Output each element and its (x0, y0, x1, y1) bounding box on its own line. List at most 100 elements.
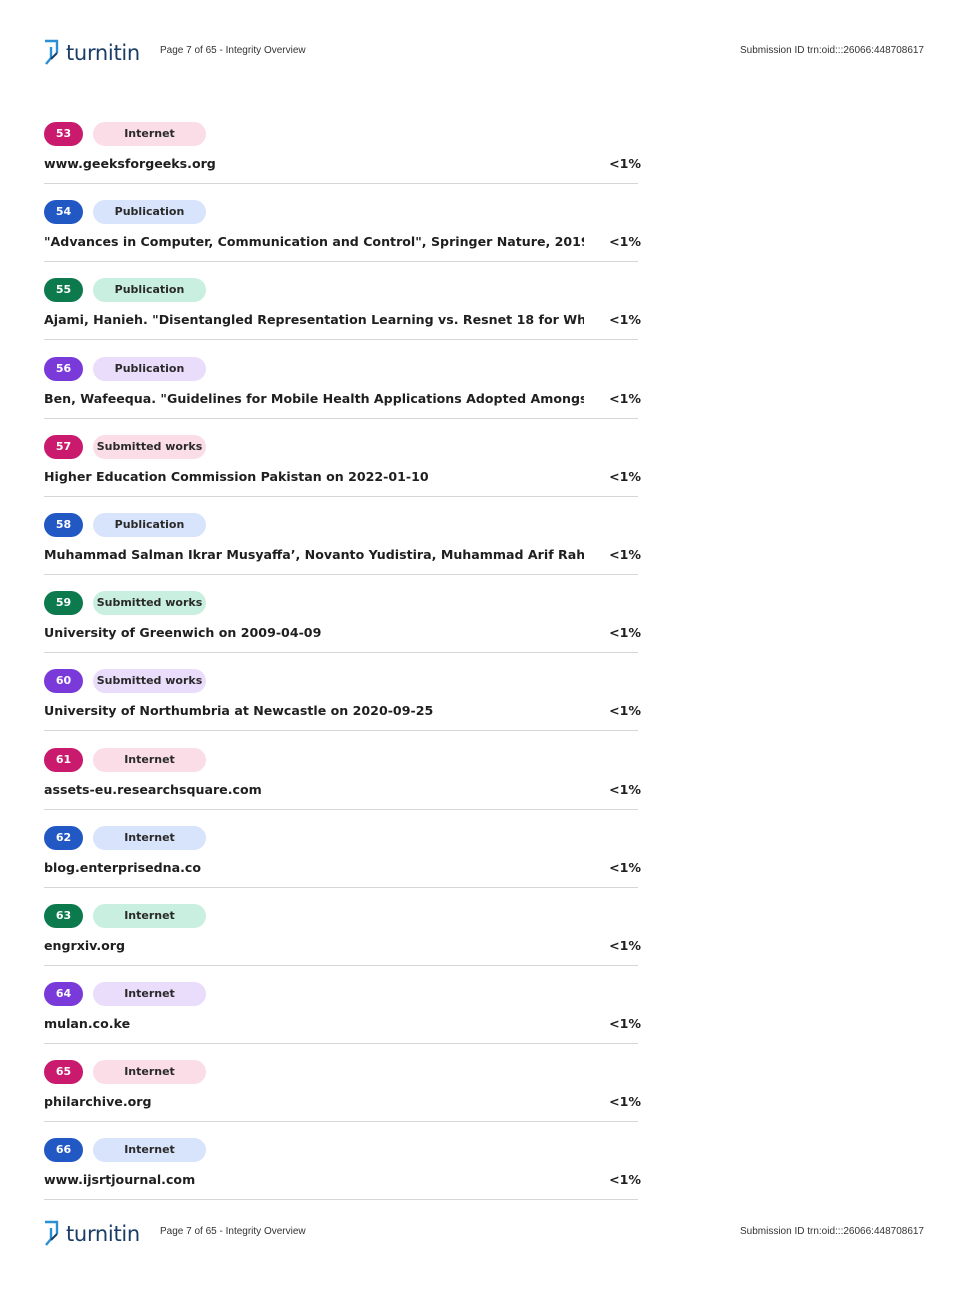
source-title[interactable]: engrxiv.org (44, 938, 584, 953)
submission-id: Submission ID trn:oid:::26066:448708617 (739, 1226, 924, 1237)
source-number-badge: 66 (44, 1138, 83, 1163)
source-title[interactable]: blog.enterprisedna.co (44, 860, 584, 875)
source-tags: 53 Internet (44, 122, 206, 146)
source-percentage: <1% (609, 937, 641, 953)
source-number-badge: 58 (44, 512, 83, 537)
source-number-badge: 64 (44, 982, 83, 1007)
row-divider (44, 339, 638, 341)
source-percentage: <1% (609, 859, 641, 875)
source-number-badge: 60 (44, 669, 83, 694)
source-row[interactable]: 66 Internet www.ijsrtjournal.com <1% (44, 1138, 641, 1216)
source-row[interactable]: 63 Internet engrxiv.org <1% (44, 903, 641, 982)
source-number-badge: 54 (44, 200, 83, 225)
source-title[interactable]: Ajami, Hanieh. "Disentangled Representat… (44, 312, 584, 327)
source-tags: 61 Internet (44, 747, 206, 772)
source-tags: 63 Internet (44, 903, 206, 928)
source-row[interactable]: 62 Internet blog.enterprisedna.co <1% (44, 825, 641, 904)
source-type-badge: Publication (93, 200, 206, 225)
source-title[interactable]: Muhammad Salman Ikrar Musyaffa’, Novanto… (44, 547, 584, 562)
row-divider (44, 183, 638, 184)
source-percentage: <1% (609, 781, 641, 797)
source-percentage: <1% (609, 703, 641, 719)
row-divider (44, 261, 638, 263)
page-header: turnitin Page 7 of 65 - Integrity Overvi… (0, 32, 974, 72)
source-number-badge: 63 (44, 903, 83, 928)
source-row[interactable]: 54 Publication "Advances in Computer, Comm… (44, 200, 641, 278)
source-tags: 66 Internet (44, 1138, 206, 1163)
source-type-badge: Internet (93, 903, 206, 928)
source-title[interactable]: Ben, Wafeequa. "Guidelines for Mobile He… (44, 391, 584, 406)
source-title[interactable]: Higher Education Commission Pakistan on … (44, 469, 584, 484)
turnitin-logo-icon (45, 39, 59, 65)
logo-text: turnitin (66, 1222, 140, 1246)
source-list: 53 Internet www.geeksforgeeks.org <1% 54 Publ… (44, 122, 641, 1217)
page-info: Page 7 of 65 - Integrity Overview (160, 45, 306, 56)
source-type-badge: Publication (93, 278, 206, 303)
source-tags: 60 Submitted works (44, 669, 206, 694)
source-percentage: <1% (609, 1016, 641, 1032)
row-divider (44, 417, 638, 419)
source-percentage: <1% (609, 546, 641, 562)
source-title[interactable]: University of Northumbria at Newcastle o… (44, 703, 584, 718)
source-type-badge: Internet (93, 1138, 206, 1163)
source-row[interactable]: 60 Submitted works University of Northumbr… (44, 669, 641, 747)
source-row[interactable]: 58 Publication Muhammad Salman Ikrar Musya… (44, 512, 641, 591)
source-title[interactable]: www.ijsrtjournal.com (44, 1172, 584, 1187)
source-row[interactable]: 57 Submitted works Higher Education Commis… (44, 434, 641, 513)
source-tags: 55 Publication (44, 278, 206, 303)
source-type-badge: Internet (93, 747, 206, 772)
source-tags: 59 Submitted works (44, 591, 206, 616)
source-title[interactable]: www.geeksforgeeks.org (44, 156, 584, 171)
source-title[interactable]: "Advances in Computer, Communication and… (44, 234, 584, 249)
source-percentage: <1% (609, 1172, 641, 1188)
source-type-badge: Publication (93, 356, 206, 381)
source-type-badge: Submitted works (93, 669, 206, 694)
row-divider (44, 886, 638, 888)
source-tags: 58 Publication (44, 512, 206, 537)
turnitin-logo: turnitin (42, 38, 140, 68)
source-number-badge: 61 (44, 747, 83, 772)
turnitin-logo-icon (45, 1220, 59, 1246)
source-row[interactable]: 56 Publication Ben, Wafeequa. "Guidelines … (44, 356, 641, 435)
source-row[interactable]: 65 Internet philarchive.org <1% (44, 1060, 641, 1138)
source-percentage: <1% (609, 1094, 641, 1110)
source-tags: 54 Publication (44, 200, 206, 225)
source-number-badge: 53 (44, 122, 83, 146)
source-row[interactable]: 53 Internet www.geeksforgeeks.org <1% (44, 122, 641, 200)
source-percentage: <1% (609, 156, 641, 171)
source-number-badge: 57 (44, 434, 83, 459)
source-title[interactable]: mulan.co.ke (44, 1016, 584, 1031)
row-divider (44, 964, 638, 966)
submission-id: Submission ID trn:oid:::26066:448708617 (739, 45, 924, 56)
source-percentage: <1% (609, 312, 641, 328)
row-divider (44, 730, 638, 732)
source-percentage: <1% (609, 234, 641, 250)
source-tags: 57 Submitted works (44, 434, 206, 459)
page-footer: turnitin Page 7 of 65 - Integrity Overvi… (0, 1213, 974, 1253)
source-tags: 64 Internet (44, 982, 206, 1007)
row-divider (44, 573, 638, 575)
source-row[interactable]: 59 Submitted works University of Greenwich… (44, 591, 641, 669)
source-tags: 56 Publication (44, 356, 206, 381)
source-row[interactable]: 61 Internet assets-eu.researchsquare.com <1… (44, 747, 641, 826)
row-divider (44, 1199, 638, 1201)
source-type-badge: Internet (93, 122, 206, 146)
source-row[interactable]: 55 Publication Ajami, Hanieh. "Disentangle… (44, 278, 641, 356)
row-divider (44, 808, 638, 810)
row-divider (44, 652, 638, 654)
source-type-badge: Submitted works (93, 434, 206, 459)
page-info: Page 7 of 65 - Integrity Overview (160, 1226, 306, 1237)
source-type-badge: Submitted works (93, 591, 206, 616)
source-number-badge: 62 (44, 825, 83, 850)
source-percentage: <1% (609, 390, 641, 406)
source-type-badge: Internet (93, 982, 206, 1007)
source-title[interactable]: assets-eu.researchsquare.com (44, 782, 584, 797)
source-title[interactable]: philarchive.org (44, 1094, 584, 1109)
source-type-badge: Internet (93, 825, 206, 850)
source-type-badge: Internet (93, 1060, 206, 1085)
source-row[interactable]: 64 Internet mulan.co.ke <1% (44, 982, 641, 1060)
source-number-badge: 59 (44, 591, 83, 616)
logo-text: turnitin (66, 41, 140, 65)
source-title[interactable]: University of Greenwich on 2009-04-09 (44, 625, 584, 640)
source-type-badge: Publication (93, 512, 206, 537)
